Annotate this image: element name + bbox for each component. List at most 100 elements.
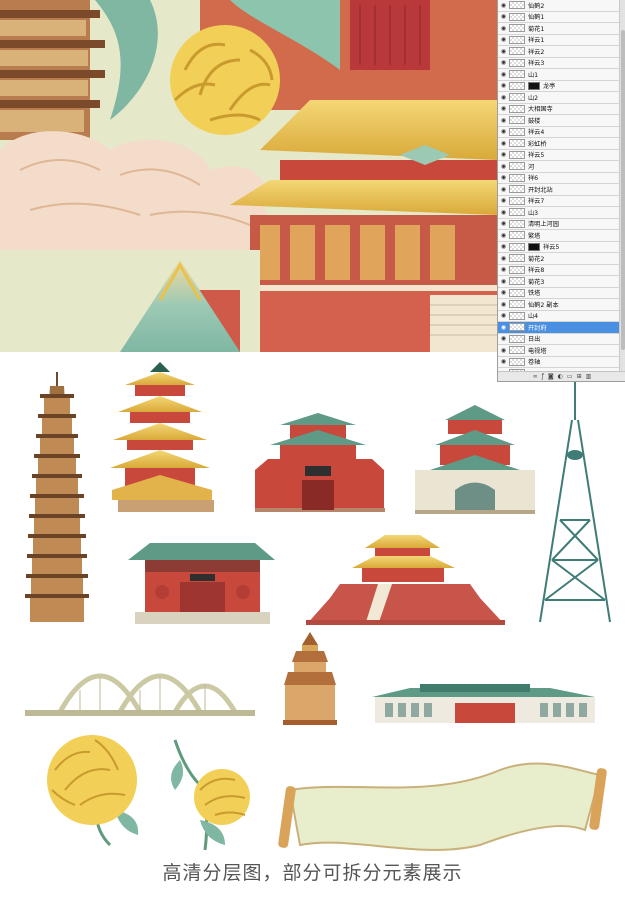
layer-name: 铁塔 xyxy=(528,290,541,298)
visibility-eye-icon[interactable]: ◉ xyxy=(498,128,509,135)
layers-scrollbar[interactable] xyxy=(619,0,625,372)
layer-thumbnail xyxy=(509,219,525,228)
pavilion-tower-element xyxy=(110,362,214,512)
chrysanthemum-element-2 xyxy=(171,739,250,851)
tv-tower-element xyxy=(539,382,611,623)
layer-thumbnail xyxy=(509,288,525,297)
scroll-element xyxy=(278,762,607,851)
layer-row[interactable]: ◉ 仙鹤1 xyxy=(498,11,620,23)
layer-row[interactable]: ◉ 菊花1 xyxy=(498,23,620,35)
visibility-eye-icon[interactable]: ◉ xyxy=(498,255,509,262)
layer-name: 山4 xyxy=(528,313,539,321)
illustration-canvas[interactable] xyxy=(0,0,497,352)
layer-name: 山3 xyxy=(528,209,539,217)
visibility-eye-icon[interactable]: ◉ xyxy=(498,186,509,193)
visibility-eye-icon[interactable]: ◉ xyxy=(498,335,509,342)
visibility-eye-icon[interactable]: ◉ xyxy=(498,324,509,331)
layer-thumbnail xyxy=(509,47,525,56)
layer-name: 祥云3 xyxy=(528,60,545,68)
layer-row[interactable]: ◉ 祥云1 xyxy=(498,34,620,46)
layer-row[interactable]: ◉ 菊花3 xyxy=(498,276,620,288)
layer-row[interactable]: ◉ 祥云5 xyxy=(498,241,620,253)
layer-row[interactable]: ◉ 仙鹤2 副本 xyxy=(498,299,620,311)
layer-name: 祥云2 xyxy=(528,48,545,56)
layer-row[interactable]: ◉ 祥云4 xyxy=(498,126,620,138)
layer-thumbnail xyxy=(509,127,525,136)
visibility-eye-icon[interactable]: ◉ xyxy=(498,163,509,170)
visibility-eye-icon[interactable]: ◉ xyxy=(498,151,509,158)
layer-name: 菊花2 xyxy=(528,255,545,263)
layer-name: 仙鹤2 xyxy=(528,2,545,10)
visibility-eye-icon[interactable]: ◉ xyxy=(498,312,509,319)
layer-row[interactable]: ◉ 祥云8 xyxy=(498,264,620,276)
layer-row[interactable]: ◉ 祥6 xyxy=(498,172,620,184)
layer-thumbnail xyxy=(509,311,525,320)
visibility-eye-icon[interactable]: ◉ xyxy=(498,301,509,308)
rainbow-bridge-element xyxy=(25,673,255,716)
fan-pagoda-element xyxy=(283,632,337,725)
layer-row[interactable]: ◉ 祥云2 xyxy=(498,46,620,58)
layer-thumbnail xyxy=(509,277,525,286)
layer-row[interactable]: ◉ 开封府 xyxy=(498,322,620,334)
iron-pagoda-element xyxy=(25,372,89,622)
layer-row[interactable]: ◉ 大相国寺 xyxy=(498,103,620,115)
layer-row[interactable]: ◉ 仙鹤2 xyxy=(498,0,620,12)
layer-row[interactable]: ◉ 龙亭 xyxy=(498,80,620,92)
visibility-eye-icon[interactable]: ◉ xyxy=(498,278,509,285)
visibility-eye-icon[interactable]: ◉ xyxy=(498,2,509,9)
layer-row[interactable]: ◉ 铁塔 xyxy=(498,287,620,299)
visibility-eye-icon[interactable]: ◉ xyxy=(498,94,509,101)
layer-list: ◉ 仙鹤2 ◉ 仙鹤1 ◉ 菊花1 ◉ 祥云1 ◉ 祥云2 ◉ 祥云3 ◉ 山1 ◉ 龙亭 ◉ 山2 ◉ 大相国寺 ◉ 鼓… xyxy=(498,0,620,372)
layer-row[interactable]: ◉ 山2 xyxy=(498,92,620,104)
visibility-eye-icon[interactable]: ◉ xyxy=(498,25,509,32)
visibility-eye-icon[interactable]: ◉ xyxy=(498,197,509,204)
layer-row[interactable]: ◉ 祥云5 xyxy=(498,149,620,161)
layer-row[interactable]: ◉ 彩虹桥 xyxy=(498,138,620,150)
visibility-eye-icon[interactable]: ◉ xyxy=(498,36,509,43)
layers-panel: ◉ 仙鹤2 ◉ 仙鹤1 ◉ 菊花1 ◉ 祥云1 ◉ 祥云2 ◉ 祥云3 ◉ 山1 ◉ 龙亭 ◉ 山2 ◉ 大相国寺 ◉ 鼓… xyxy=(497,0,625,382)
layer-name: 龙亭 xyxy=(543,83,556,91)
layer-name: 祥云7 xyxy=(528,198,545,206)
scrollbar-thumb[interactable] xyxy=(621,30,625,350)
layer-thumbnail xyxy=(509,104,525,113)
visibility-eye-icon[interactable]: ◉ xyxy=(498,289,509,296)
layer-thumbnail xyxy=(509,242,525,251)
layer-name: 彩虹桥 xyxy=(528,140,547,148)
layer-name: 山1 xyxy=(528,71,539,79)
layer-row[interactable]: ◉ 祥云7 xyxy=(498,195,620,207)
visibility-eye-icon[interactable]: ◉ xyxy=(498,117,509,124)
layer-row[interactable]: ◉ 山1 xyxy=(498,69,620,81)
visibility-eye-icon[interactable]: ◉ xyxy=(498,243,509,250)
visibility-eye-icon[interactable]: ◉ xyxy=(498,82,509,89)
visibility-eye-icon[interactable]: ◉ xyxy=(498,140,509,147)
layer-name: 开封北站 xyxy=(528,186,553,194)
chrysanthemum-artwork xyxy=(170,25,280,135)
screen: ◉ 仙鹤2 ◉ 仙鹤1 ◉ 菊花1 ◉ 祥云1 ◉ 祥云2 ◉ 祥云3 ◉ 山1 ◉ 龙亭 ◉ 山2 ◉ 大相国寺 ◉ 鼓… xyxy=(0,0,625,900)
visibility-eye-icon[interactable]: ◉ xyxy=(498,13,509,20)
layer-name: 河 xyxy=(528,163,535,171)
layer-row[interactable]: ◉ 菊花2 xyxy=(498,253,620,265)
layer-row[interactable]: ◉ 山4 xyxy=(498,310,620,322)
layer-name: 鼓楼 xyxy=(528,117,541,125)
visibility-eye-icon[interactable]: ◉ xyxy=(498,232,509,239)
layer-row[interactable]: ◉ 鼓楼 xyxy=(498,115,620,127)
visibility-eye-icon[interactable]: ◉ xyxy=(498,71,509,78)
visibility-eye-icon[interactable]: ◉ xyxy=(498,266,509,273)
layer-row[interactable]: ◉ 日出 xyxy=(498,333,620,345)
layer-name: 菊花1 xyxy=(528,25,545,33)
visibility-eye-icon[interactable]: ◉ xyxy=(498,174,509,181)
layer-row[interactable]: ◉ 繁塔 xyxy=(498,230,620,242)
visibility-eye-icon[interactable]: ◉ xyxy=(498,220,509,227)
visibility-eye-icon[interactable]: ◉ xyxy=(498,209,509,216)
layer-row[interactable]: ◉ 开封北站 xyxy=(498,184,620,196)
visibility-eye-icon[interactable]: ◉ xyxy=(498,48,509,55)
layer-thumbnail xyxy=(509,58,525,67)
layer-row[interactable]: ◉ 山3 xyxy=(498,207,620,219)
layer-row[interactable]: ◉ 清明上河园 xyxy=(498,218,620,230)
layer-row[interactable]: ◉ 祥云3 xyxy=(498,57,620,69)
layer-row[interactable]: ◉ 河 xyxy=(498,161,620,173)
layer-thumbnail xyxy=(509,300,525,309)
layer-thumbnail xyxy=(509,162,525,171)
visibility-eye-icon[interactable]: ◉ xyxy=(498,105,509,112)
visibility-eye-icon[interactable]: ◉ xyxy=(498,59,509,66)
